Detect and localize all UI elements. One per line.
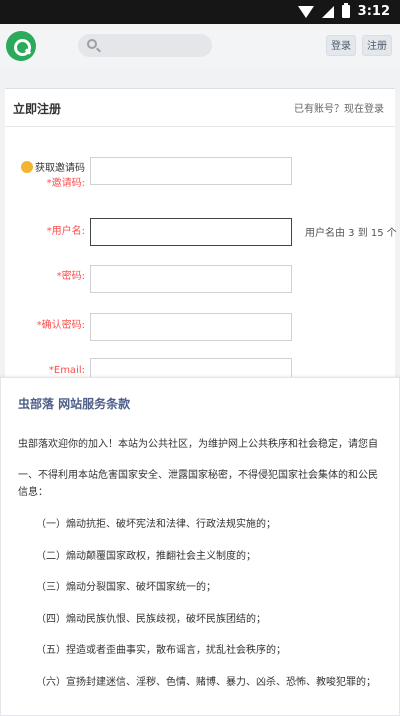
email-label: *Email:	[48, 365, 85, 376]
confirm-password-label: *确认密码:	[36, 320, 85, 331]
password-label: *密码:	[56, 271, 85, 282]
login-button[interactable]: 登录	[326, 35, 356, 56]
get-invite-code-link[interactable]: 获取邀请码	[35, 163, 85, 174]
registration-header: 立即注册 已有账号？现在登录	[5, 89, 395, 127]
signal-icon	[321, 5, 334, 18]
status-icons: 3:12	[297, 3, 390, 19]
battery-icon	[341, 3, 350, 18]
required-invite-code-text: *邀请码:	[46, 178, 85, 189]
status-time: 3:12	[357, 4, 390, 19]
username-hint: 用户名由 3 到 15 个	[305, 228, 397, 239]
username-label: *用户名:	[46, 226, 85, 237]
terms-item: （六）宣扬封建迷信、淫秽、色情、赌博、暴力、凶杀、恐怖、教唆犯罪的；	[36, 677, 376, 688]
invite-code-input[interactable]	[90, 157, 292, 185]
top-navigation: 登录 注册	[0, 24, 400, 68]
search-input[interactable]	[78, 34, 212, 57]
terms-of-service-dialog[interactable]: 虫部落 网站服务条款 虫部落欢迎你的加入！本站为公共社区，为维护网上公共秩序和社…	[0, 377, 400, 716]
register-button[interactable]: 注册	[362, 35, 392, 56]
terms-item: （四）煽动民族仇恨、民族歧视，破坏民族团结的；	[36, 614, 266, 625]
terms-item: （二）煽动颠覆国家政权，推翻社会主义制度的；	[36, 551, 256, 562]
terms-item: （五）捏造或者歪曲事实，散布谣言，扰乱社会秩序的；	[36, 645, 286, 656]
confirm-password-input[interactable]	[90, 313, 292, 341]
terms-item: （三）煽动分裂国家、破坏国家统一的；	[36, 582, 216, 593]
terms-title: 虫部落 网站服务条款	[18, 397, 131, 411]
terms-intro: 虫部落欢迎你的加入！本站为公共社区，为维护网上公共秩序和社会稳定，请您自	[18, 439, 378, 450]
username-input[interactable]	[90, 218, 292, 246]
page-title: 立即注册	[13, 102, 62, 116]
password-input[interactable]	[90, 265, 292, 293]
invite-code-label: 获取邀请码 *邀请码:	[18, 161, 85, 191]
site-logo-icon[interactable]	[6, 31, 36, 61]
terms-rule-1-line-2: 信息：	[18, 487, 48, 498]
status-bar: 3:12	[0, 0, 400, 24]
search-icon	[87, 39, 97, 49]
terms-item: （一）煽动抗拒、破坏宪法和法律、行政法规实施的；	[36, 519, 276, 530]
wifi-icon	[297, 5, 314, 18]
invite-icon	[21, 161, 33, 173]
existing-account-login-link[interactable]: 已有账号？现在登录	[294, 100, 384, 115]
terms-rule-1-line-1: 一、不得利用本站危害国家安全、泄露国家秘密，不得侵犯国家社会集体的和公民	[18, 470, 378, 481]
